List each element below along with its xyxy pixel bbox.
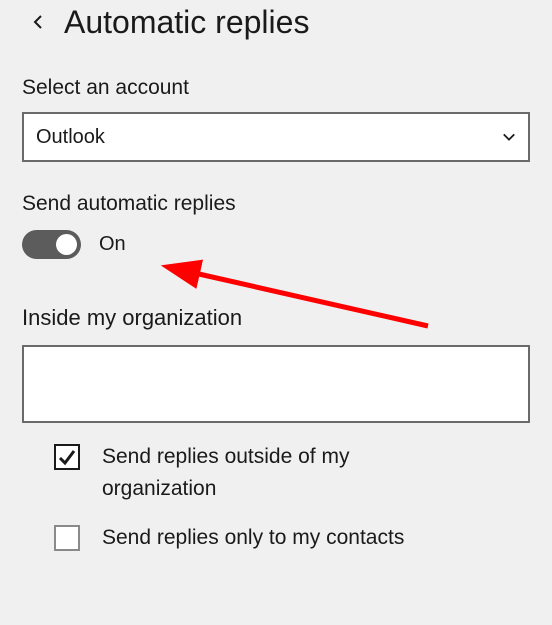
toggle-knob <box>56 234 77 255</box>
outside-org-label: Send replies outside of my organization <box>102 441 462 504</box>
page-title: Automatic replies <box>64 4 309 41</box>
chevron-left-icon <box>30 14 46 30</box>
inside-org-label: Inside my organization <box>22 305 530 331</box>
outside-org-checkbox[interactable] <box>54 444 80 470</box>
back-button[interactable] <box>18 2 58 42</box>
inside-org-textarea[interactable] <box>22 345 530 423</box>
contacts-only-label: Send replies only to my contacts <box>102 522 404 554</box>
toggle-state-label: On <box>99 233 126 256</box>
account-label: Select an account <box>22 76 530 100</box>
contacts-only-checkbox[interactable] <box>54 525 80 551</box>
chevron-down-icon <box>502 130 516 144</box>
auto-replies-toggle[interactable] <box>22 230 81 259</box>
account-select[interactable]: Outlook <box>22 112 530 162</box>
account-selected-value: Outlook <box>36 126 105 149</box>
toggle-label: Send automatic replies <box>22 192 530 216</box>
check-icon <box>58 448 76 466</box>
